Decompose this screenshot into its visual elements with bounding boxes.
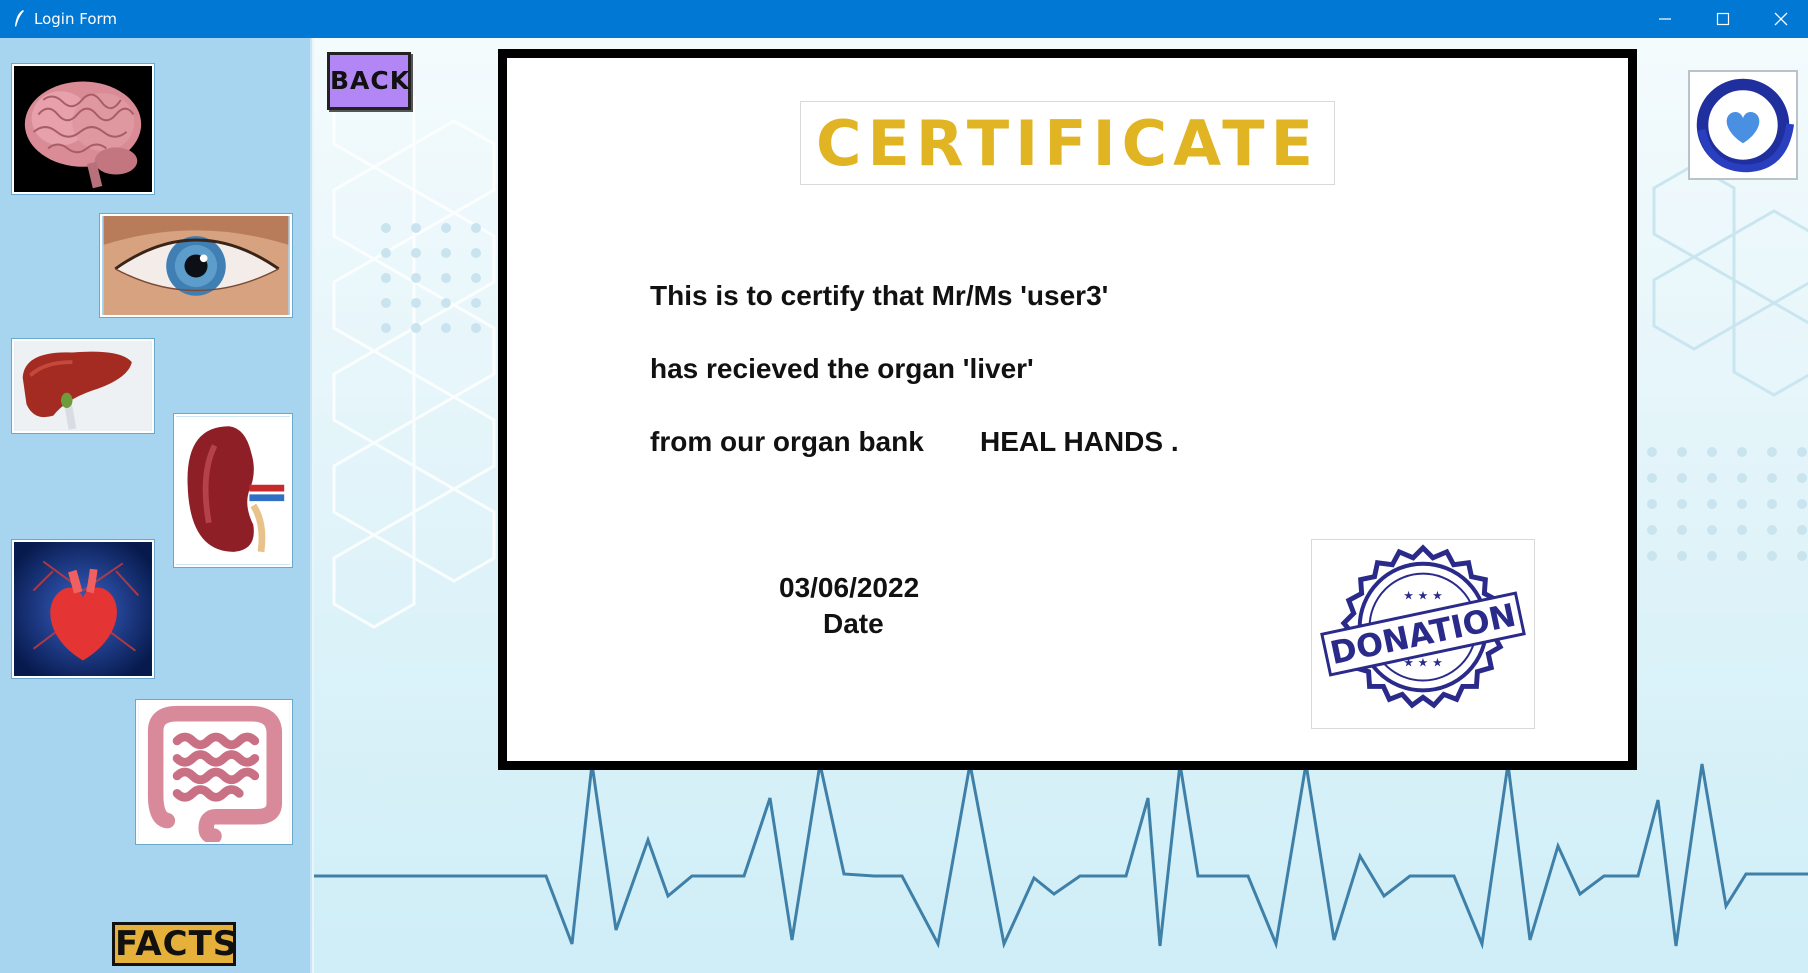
close-icon xyxy=(1774,12,1788,26)
certificate-title: CERTIFICATE xyxy=(816,107,1319,180)
intestine-image[interactable] xyxy=(136,700,292,844)
organ-line: has recieved the organ 'liver' xyxy=(650,353,1034,384)
window-title: Login Form xyxy=(34,10,118,28)
organ-bank-logo xyxy=(1688,70,1798,180)
close-button[interactable] xyxy=(1752,0,1808,38)
date-value: 03/06/2022 xyxy=(779,572,920,603)
kidney-icon xyxy=(176,416,290,565)
title-bar: Login Form xyxy=(0,0,1808,38)
facts-button[interactable]: FACTS xyxy=(112,922,237,966)
liver-image[interactable] xyxy=(12,339,154,433)
maximize-icon xyxy=(1716,12,1730,26)
heart-icon xyxy=(14,542,152,676)
maximize-button[interactable] xyxy=(1694,0,1752,38)
donation-stamp: ★ ★ ★ ★ ★ ★ DONATION xyxy=(1311,539,1535,729)
heartbeat-line xyxy=(314,763,1808,950)
date-label: Date xyxy=(823,608,884,639)
intestine-icon xyxy=(138,702,290,842)
minimize-icon xyxy=(1659,18,1671,20)
back-button[interactable]: BACK xyxy=(327,52,411,110)
brain-image[interactable] xyxy=(12,64,154,194)
liver-icon xyxy=(15,341,151,431)
sidebar: FACTS xyxy=(0,38,312,973)
minimize-button[interactable] xyxy=(1636,0,1694,38)
svg-text:★ ★ ★: ★ ★ ★ xyxy=(1403,588,1442,602)
bank-line: from our organ bank xyxy=(650,426,924,457)
certificate-title-box: CERTIFICATE xyxy=(800,101,1335,185)
certify-line: This is to certify that Mr/Ms 'user3' xyxy=(650,280,1109,311)
heart-image[interactable] xyxy=(12,540,154,678)
feather-icon xyxy=(15,10,24,27)
donation-stamp-icon: ★ ★ ★ ★ ★ ★ DONATION xyxy=(1320,544,1526,709)
eye-image[interactable] xyxy=(100,214,292,317)
eye-icon xyxy=(103,216,289,315)
bank-name: HEAL HANDS . xyxy=(980,426,1179,457)
brain-icon xyxy=(14,66,152,192)
kidney-image[interactable] xyxy=(174,414,292,567)
heart-hands-logo-icon xyxy=(1696,78,1795,173)
